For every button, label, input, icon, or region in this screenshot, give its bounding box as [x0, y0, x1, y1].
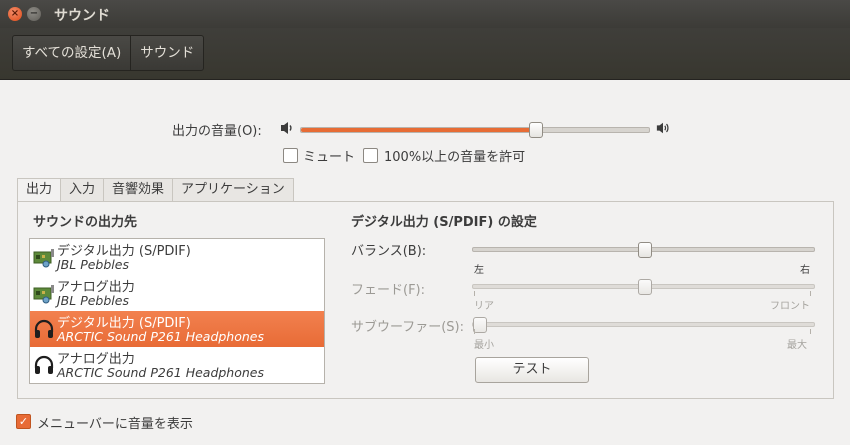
device-description: ARCTIC Sound P261 Headphones — [57, 329, 265, 344]
list-item[interactable]: アナログ出力 JBL Pebbles — [30, 275, 324, 311]
subwoofer-thumb[interactable] — [473, 317, 487, 333]
output-volume-thumb[interactable] — [529, 122, 544, 138]
settings-section-title: デジタル出力 (S/PDIF) の設定 — [351, 215, 537, 230]
breadcrumb-sound[interactable]: サウンド — [130, 36, 203, 70]
headphones-icon — [34, 355, 54, 374]
fade-tick-right — [810, 291, 811, 296]
audio-card-icon — [33, 249, 54, 268]
fade-label: フェード(F): — [351, 283, 426, 298]
fade-left-label: リア — [474, 301, 494, 312]
list-item[interactable]: アナログ出力 ARCTIC Sound P261 Headphones — [30, 347, 324, 383]
mute-checkbox[interactable] — [283, 148, 298, 163]
device-description: JBL Pebbles — [57, 257, 129, 272]
subwoofer-max-label: 最大 — [787, 340, 807, 351]
fade-thumb[interactable] — [637, 279, 652, 295]
test-button[interactable]: テスト — [475, 357, 589, 383]
output-device-list[interactable]: デジタル出力 (S/PDIF) JBL Pebbles アナログ出力 JBL P… — [29, 238, 325, 384]
toolbar: すべての設定(A) サウンド — [0, 28, 850, 80]
subwoofer-min-label: 最小 — [474, 340, 494, 351]
breadcrumb-all-settings[interactable]: すべての設定(A) — [13, 36, 130, 70]
allow-over-100-label: 100%以上の音量を許可 — [384, 150, 526, 165]
tab-applications[interactable]: アプリケーション — [172, 178, 294, 202]
headphones-icon — [34, 319, 54, 338]
breadcrumb: すべての設定(A) サウンド — [12, 35, 205, 71]
speaker-low-icon — [281, 122, 292, 134]
fade-right-label: フロント — [770, 301, 810, 312]
balance-thumb[interactable] — [637, 242, 652, 258]
balance-right-label: 右 — [800, 265, 810, 276]
tab-input[interactable]: 入力 — [60, 178, 105, 202]
output-volume-label: 出力の音量(O): — [172, 124, 262, 139]
speaker-high-icon — [656, 122, 669, 134]
audio-card-icon — [33, 285, 54, 304]
tab-output[interactable]: 出力 — [17, 178, 62, 203]
show-in-menubar-label: メニューバーに音量を表示 — [37, 417, 193, 432]
output-section-title: サウンドの出力先 — [33, 215, 138, 230]
device-description: JBL Pebbles — [57, 293, 129, 308]
minimize-window-icon[interactable]: − — [27, 7, 41, 21]
output-volume-slider[interactable] — [300, 122, 650, 138]
close-window-icon[interactable]: × — [8, 7, 22, 21]
output-volume-fill — [301, 128, 536, 132]
list-item[interactable]: デジタル出力 (S/PDIF) JBL Pebbles — [30, 239, 324, 275]
tab-sound-effects[interactable]: 音響効果 — [103, 178, 174, 202]
tab-bar: 出力 入力 音響効果 アプリケーション — [17, 178, 294, 203]
title-bar: × − サウンド — [0, 0, 850, 28]
allow-over-100-checkbox[interactable] — [363, 148, 378, 163]
list-item[interactable]: デジタル出力 (S/PDIF) ARCTIC Sound P261 Headph… — [30, 311, 324, 347]
device-description: ARCTIC Sound P261 Headphones — [57, 365, 265, 380]
window-title: サウンド — [54, 8, 110, 24]
balance-slider[interactable] — [472, 242, 815, 258]
subwoofer-tick-left — [474, 329, 475, 334]
balance-left-label: 左 — [474, 265, 484, 276]
balance-label: バランス(B): — [351, 244, 427, 259]
subwoofer-label: サブウーファー(S): — [351, 320, 464, 335]
subwoofer-tick-right — [810, 329, 811, 334]
show-in-menubar-checkbox[interactable]: ✓ — [16, 414, 31, 429]
subwoofer-slider[interactable] — [472, 317, 815, 333]
fade-tick-left — [474, 291, 475, 296]
mute-label: ミュート — [303, 150, 356, 165]
fade-slider[interactable] — [472, 279, 815, 295]
